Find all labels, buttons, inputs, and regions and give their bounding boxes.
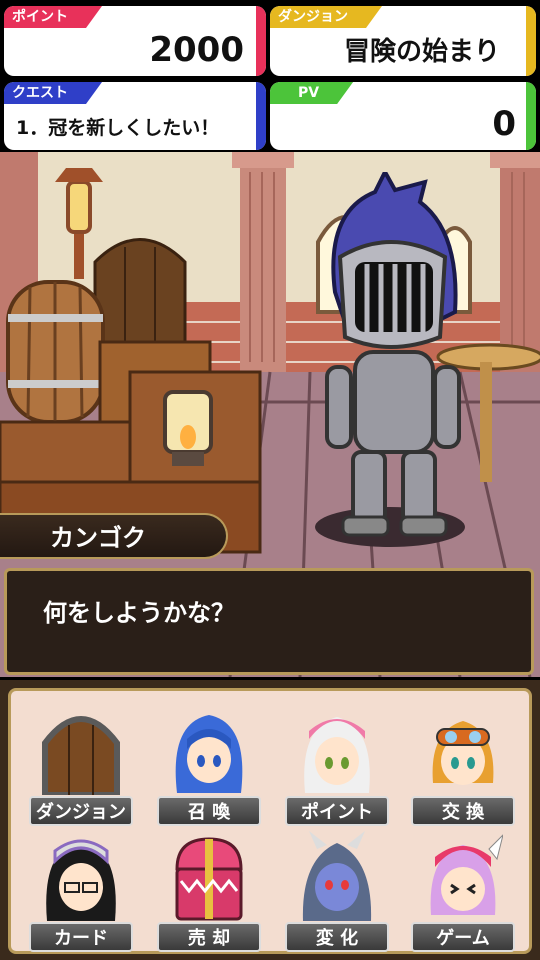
menu-points[interactable]: ポイント [279,703,395,828]
menu-game[interactable]: ゲーム [405,829,521,954]
goggles-girl-icon [432,721,494,785]
menu-label: ポイント [285,796,389,826]
dialogue-box[interactable]: 何をしようかな？ [4,568,534,675]
quest-label: クエスト [4,82,102,104]
menu-exchange[interactable]: 交 換 [405,703,521,828]
menu-card[interactable]: カード [23,829,139,954]
points-label: ポイント [4,6,102,28]
treasure-chest-mimic-icon [175,837,243,921]
menu-label: 変 化 [285,922,389,952]
dungeon-door-icon [42,716,120,795]
winged-helmet-girl-icon [430,834,503,915]
menu-label: 交 換 [411,796,515,826]
dungeon-label: ダンジョン [270,6,382,28]
menu-sell[interactable]: 売 却 [151,829,267,954]
menu-dungeon[interactable]: ダンジョン [23,703,139,828]
pv-label: PV [270,82,353,104]
pv-panel: PV 0 [270,82,536,150]
quest-panel[interactable]: クエスト 1．冠を新しくしたい！ [4,82,266,150]
points-value: 2000 [149,30,244,70]
pink-helmet-girl-icon [304,717,370,793]
demon-face-icon [302,831,372,921]
speaker-name: カンゴク [0,513,228,559]
menu-label: 売 却 [157,922,261,952]
menu-summon[interactable]: 召 喚 [151,703,267,828]
quest-value: 1．冠を新しくしたい！ [16,117,220,139]
pv-value: 0 [492,104,516,144]
dialogue-text: 何をしようかな？ [43,599,235,627]
knight-character[interactable] [315,172,465,542]
glasses-elf-girl-icon [46,839,116,921]
menu-label: ダンジョン [29,796,133,826]
menu-label: 召 喚 [157,796,261,826]
menu-label: カード [29,922,133,952]
main-menu: ダンジョン 召 喚 ポイント 交 換 カード 売 却 変 化 ゲーム [0,680,540,960]
blue-hair-girl-icon [175,715,243,793]
dungeon-value: 冒険の始まり [343,37,500,67]
menu-change[interactable]: 変 化 [279,829,395,954]
points-panel: ポイント 2000 [4,6,266,76]
dungeon-panel: ダンジョン 冒険の始まり [270,6,536,76]
menu-label: ゲーム [411,922,515,952]
